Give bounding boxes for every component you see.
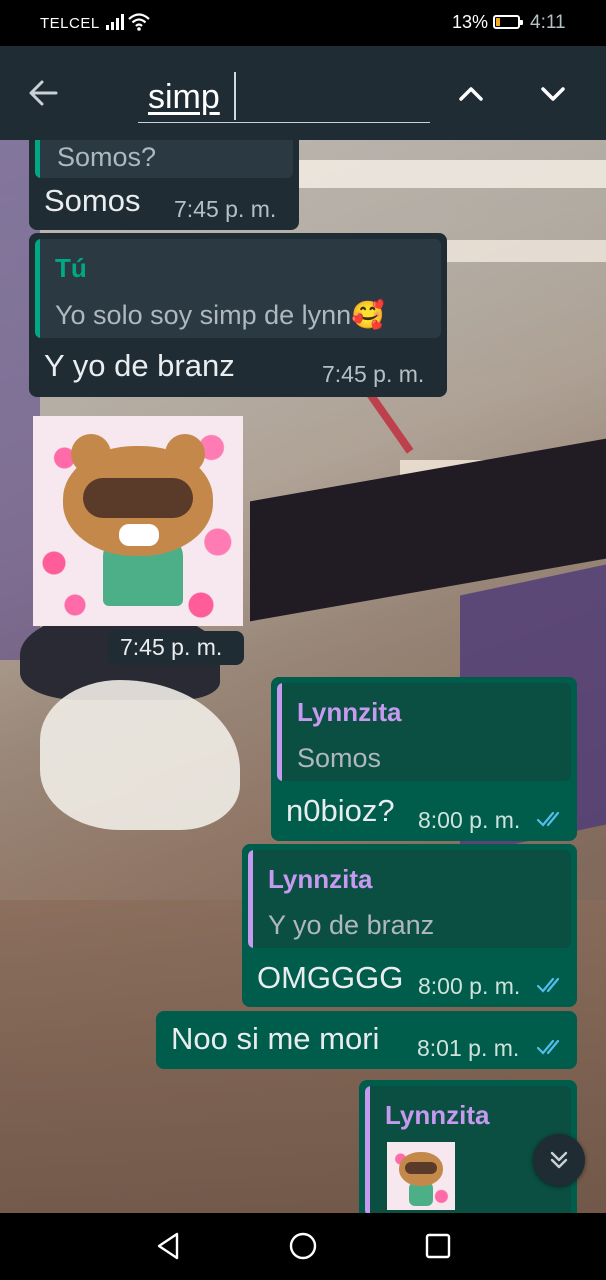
quoted-message[interactable]: Tú Yo solo soy simp de lynn🥰 — [35, 239, 441, 338]
wallpaper-shape — [250, 160, 606, 188]
message-text: Somos — [44, 183, 141, 218]
text-caret — [234, 72, 236, 120]
quoted-sticker-thumbnail — [387, 1142, 455, 1210]
battery-percent: 13% — [452, 12, 489, 32]
arrow-left-icon[interactable] — [26, 76, 60, 110]
signal-icon — [106, 14, 124, 30]
nav-home-icon[interactable] — [288, 1231, 318, 1261]
nav-recents-icon[interactable] — [424, 1232, 452, 1260]
quoted-text: Yo solo soy simp de lynn🥰 — [55, 300, 385, 330]
message-bubble-incoming[interactable]: Tú Yo solo soy simp de lynn🥰 Y yo de bra… — [29, 233, 447, 397]
message-bubble-outgoing[interactable]: Lynnzita Somos n0bioz? 8:00 p. m. — [271, 677, 577, 841]
message-bubble-outgoing[interactable]: Noo si me mori 8:01 p. m. — [156, 1011, 577, 1069]
double-check-icon — [536, 1039, 560, 1055]
quoted-text: Y yo de branz — [268, 910, 435, 940]
clock: 4:11 — [530, 12, 566, 33]
quoted-message[interactable]: Lynnzita Somos — [277, 683, 571, 781]
quoted-author: Lynnzita — [297, 697, 402, 727]
message-time: 8:00 p. m. — [418, 807, 521, 833]
chevron-up-icon[interactable] — [454, 78, 488, 110]
message-time: 7:45 p. m. — [174, 196, 277, 222]
chat-area[interactable]: Somos? Somos 7:45 p. m. Tú Yo solo soy s… — [0, 140, 606, 1213]
message-bubble-incoming[interactable]: Somos? Somos 7:45 p. m. — [29, 140, 299, 230]
carrier-label: TELCEL — [40, 15, 100, 32]
double-chevron-down-icon — [550, 1151, 568, 1169]
sticker-time-badge: 7:45 p. m. — [108, 631, 244, 665]
search-header: simp — [0, 46, 606, 140]
message-time: 7:45 p. m. — [120, 634, 223, 660]
wallpaper-shape — [40, 680, 240, 830]
search-query: simp — [148, 78, 220, 116]
quoted-message[interactable]: Somos? — [35, 140, 293, 178]
message-text: OMGGGG — [257, 960, 404, 995]
quoted-author: Lynnzita — [385, 1100, 490, 1130]
message-time: 8:01 p. m. — [417, 1035, 520, 1061]
quoted-text: Somos — [297, 743, 382, 773]
quoted-text: Somos? — [57, 142, 157, 172]
sticker-image[interactable] — [33, 416, 243, 626]
wifi-icon — [128, 13, 150, 31]
system-navigation-bar — [0, 1213, 606, 1280]
nav-back-icon[interactable] — [154, 1231, 184, 1261]
quoted-message[interactable]: Lynnzita Y yo de branz — [248, 850, 571, 948]
search-input[interactable]: simp — [138, 70, 430, 123]
chevron-down-icon[interactable] — [536, 78, 570, 110]
message-text: Y yo de branz — [44, 348, 235, 383]
quoted-author: Tú — [55, 253, 87, 283]
double-check-icon — [536, 811, 560, 827]
double-check-icon — [536, 977, 560, 993]
status-bar: TELCEL 13% 4:11 — [0, 0, 606, 46]
battery-icon — [493, 15, 523, 29]
message-text: Noo si me mori — [171, 1021, 380, 1056]
message-time: 8:00 p. m. — [418, 973, 521, 999]
message-bubble-outgoing[interactable]: Lynnzita Y yo de branz OMGGGG 8:00 p. m. — [242, 844, 577, 1007]
message-time: 7:45 p. m. — [322, 361, 425, 387]
quoted-author: Lynnzita — [268, 864, 373, 894]
scroll-to-bottom-button[interactable] — [533, 1134, 585, 1186]
message-text: n0bioz? — [286, 793, 395, 828]
